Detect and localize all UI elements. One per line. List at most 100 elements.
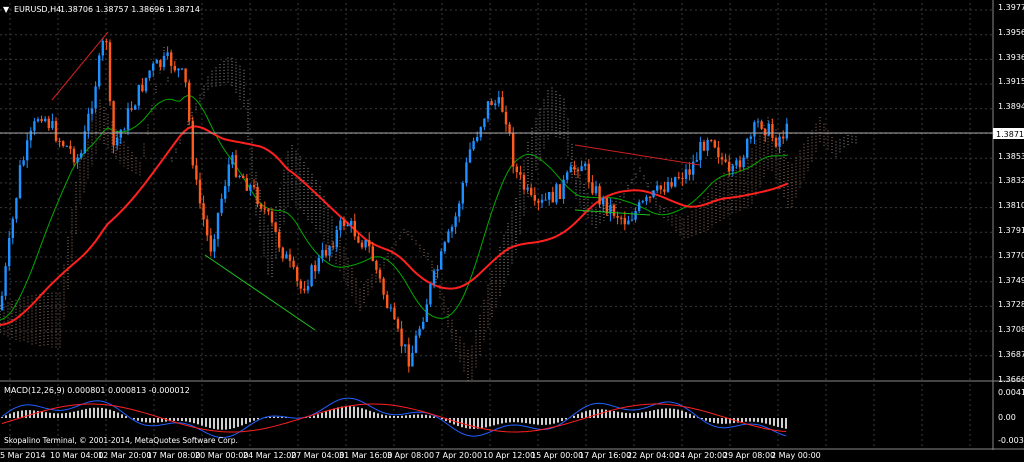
candle-body xyxy=(634,210,637,220)
candle-body xyxy=(281,247,284,259)
candle-body xyxy=(288,254,292,261)
candle-body xyxy=(177,68,180,71)
candle-body xyxy=(256,187,259,205)
candle-body xyxy=(191,120,194,166)
candle-body xyxy=(584,163,587,167)
macd-label: MACD(12,26,9) 0.000801 0.000813 -0.00001… xyxy=(4,386,190,395)
candle-body xyxy=(342,220,346,226)
macd-axis-tick: 0.00 xyxy=(998,413,1016,422)
price-tick: 1.39565 xyxy=(998,28,1024,37)
candle-body xyxy=(602,198,605,205)
candle-body xyxy=(213,239,216,252)
candle-body xyxy=(756,121,760,123)
candle-body xyxy=(195,165,198,180)
candle-body xyxy=(432,270,436,285)
candle-body xyxy=(774,137,778,147)
candle-body xyxy=(346,225,349,227)
candle-body xyxy=(670,182,673,187)
candle-body xyxy=(328,246,331,256)
candle-body xyxy=(706,139,709,151)
candle-body xyxy=(368,240,371,247)
candle-body xyxy=(26,140,29,161)
candle-body xyxy=(54,121,58,141)
candle-body xyxy=(188,82,191,121)
candle-body xyxy=(51,121,54,129)
candle-body xyxy=(418,328,421,336)
candle-body xyxy=(627,220,630,225)
candle-body xyxy=(339,220,342,231)
candle-body xyxy=(407,344,410,367)
copyright-text: Skopalino Terminal, © 2001-2014, MetaQuo… xyxy=(4,436,238,445)
candle-body xyxy=(33,121,36,131)
candle-body xyxy=(702,141,706,151)
candle-body xyxy=(378,269,382,279)
candle-body xyxy=(411,352,414,367)
candle-body xyxy=(569,166,572,173)
candle-body xyxy=(720,157,724,160)
candle-body xyxy=(116,137,119,146)
candle-body xyxy=(306,286,310,291)
candle-body xyxy=(317,257,320,272)
candle-body xyxy=(29,130,32,141)
candle-body xyxy=(436,269,439,271)
candle-body xyxy=(652,190,655,198)
candle-body xyxy=(40,119,43,122)
candle-body xyxy=(476,137,479,141)
candle-body xyxy=(648,196,652,198)
candle-body xyxy=(530,187,533,196)
candle-body xyxy=(249,185,252,191)
price-chart[interactable]: ▼ EURUSD,H4 1.38706 1.38757 1.38696 1.38… xyxy=(0,0,1024,462)
candle-body xyxy=(123,129,126,131)
candle-body xyxy=(576,169,580,172)
candle-body xyxy=(87,113,90,132)
candle-body xyxy=(749,136,752,139)
macd-axis-tick: 0.00416 xyxy=(998,388,1024,397)
candle-body xyxy=(245,178,248,191)
candle-body xyxy=(267,209,270,212)
candle-body xyxy=(314,265,317,272)
candle-body xyxy=(173,65,176,71)
candle-body xyxy=(353,220,356,237)
candle-body xyxy=(425,304,428,322)
candle-body xyxy=(558,184,562,199)
candle-body xyxy=(753,122,756,137)
candle-body xyxy=(335,230,338,248)
candle-body xyxy=(238,175,241,177)
chart-window[interactable]: ▼ EURUSD,H4 1.38706 1.38757 1.38696 1.38… xyxy=(0,0,1024,462)
time-tick: 31 Mar 16:00 xyxy=(339,451,392,460)
candle-body xyxy=(270,211,274,223)
candle-body xyxy=(724,159,727,162)
candle-body xyxy=(310,265,313,287)
candle-body xyxy=(501,97,504,112)
time-tick: 12 Mar 20:00 xyxy=(98,451,151,460)
candle-body xyxy=(101,40,104,56)
candle-body xyxy=(638,202,641,211)
candle-body xyxy=(44,118,47,122)
candle-body xyxy=(447,231,450,243)
candle-body xyxy=(616,215,619,218)
candle-body xyxy=(659,185,662,190)
candle-body xyxy=(105,40,108,43)
candle-body xyxy=(11,218,14,239)
candle-body xyxy=(321,250,324,258)
candle-body xyxy=(544,199,547,201)
candle-body xyxy=(36,119,40,122)
candle-body xyxy=(656,185,659,191)
candle-body xyxy=(393,307,396,320)
candle-body xyxy=(130,108,133,110)
candle-body xyxy=(4,266,7,296)
candle-body xyxy=(296,267,299,281)
price-tick: 1.38945 xyxy=(998,102,1024,111)
candle-body xyxy=(738,160,742,168)
candle-body xyxy=(0,295,4,310)
candle-body xyxy=(148,70,151,78)
candle-body xyxy=(742,157,745,168)
candle-body xyxy=(98,55,101,87)
candle-body xyxy=(202,203,205,220)
candle-body xyxy=(137,84,140,106)
candle-body xyxy=(717,147,720,158)
chart-menu-icon[interactable]: ▼ xyxy=(3,5,10,14)
candle-body xyxy=(141,84,144,92)
candle-body xyxy=(375,261,378,270)
candle-body xyxy=(566,172,569,180)
